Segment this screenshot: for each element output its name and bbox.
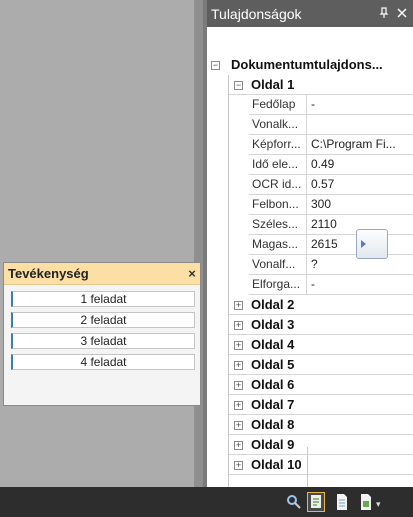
document-icon[interactable] — [334, 493, 350, 511]
expand-icon[interactable]: + — [234, 441, 243, 450]
chevron-down-icon[interactable]: ▾ — [376, 499, 381, 510]
property-name: Felbon... — [249, 195, 307, 215]
property-value[interactable]: 0.57 — [307, 175, 413, 195]
property-row[interactable]: Felbon... 300 — [207, 195, 413, 215]
page-group[interactable]: + Oldal 2 — [207, 295, 413, 315]
property-name: Fedőlap — [249, 95, 307, 115]
expand-icon[interactable]: + — [234, 401, 243, 410]
property-value[interactable]: - — [307, 95, 413, 115]
expand-icon[interactable]: + — [234, 381, 243, 390]
property-row[interactable]: Vonalk... — [207, 115, 413, 135]
page-group[interactable]: + Oldal 4 — [207, 335, 413, 355]
document-properties-group[interactable]: − Dokumentumtulajdons... — [207, 55, 413, 75]
property-value[interactable]: 0.49 — [307, 155, 413, 175]
property-value[interactable] — [307, 115, 413, 135]
page-group[interactable]: + Oldal 5 — [207, 355, 413, 375]
property-name: Vonalf... — [249, 255, 307, 275]
property-row[interactable]: OCR id... 0.57 — [207, 175, 413, 195]
arrow-right-icon — [361, 240, 366, 248]
page-group-label: Oldal 10 — [251, 457, 302, 472]
page-group-label: Oldal 3 — [251, 317, 295, 332]
page-group[interactable]: + Oldal 6 — [207, 375, 413, 395]
document-properties-group-label: Dokumentumtulajdons... — [231, 57, 383, 72]
page-1-group[interactable]: − Oldal 1 — [207, 75, 413, 95]
page-group[interactable]: + Oldal 10 — [207, 455, 413, 475]
expand-icon[interactable]: + — [234, 341, 243, 350]
page-group-label: Oldal 5 — [251, 357, 295, 372]
expand-icon[interactable]: + — [234, 421, 243, 430]
page-group-label: Oldal 2 — [251, 297, 295, 312]
property-row[interactable]: Idő ele... 0.49 — [207, 155, 413, 175]
property-name: Magas... — [249, 235, 307, 255]
close-icon[interactable]: × — [184, 266, 200, 281]
property-name: Elforga... — [249, 275, 307, 295]
activity-panel-header: Tevékenység × — [4, 263, 200, 285]
expand-details-button[interactable] — [356, 229, 388, 259]
property-name: Idő ele... — [249, 155, 307, 175]
property-name: Széles... — [249, 215, 307, 235]
row-divider — [228, 474, 413, 475]
properties-panel-title: Tulajdonságok — [211, 5, 302, 22]
grid-left-divider — [228, 75, 229, 514]
status-bar: ▾ — [0, 487, 413, 517]
expand-icon[interactable]: + — [234, 321, 243, 330]
page-group[interactable]: + Oldal 3 — [207, 315, 413, 335]
property-row[interactable]: Fedőlap - — [207, 95, 413, 115]
page-group[interactable]: + Oldal 8 — [207, 415, 413, 435]
workspace-background — [0, 0, 203, 487]
page-group[interactable]: + Oldal 9 — [207, 435, 413, 455]
property-row[interactable]: Elforga... - — [207, 275, 413, 295]
activity-panel-title: Tevékenység — [8, 266, 89, 281]
property-name: Vonalk... — [249, 115, 307, 135]
task-item[interactable]: 2 feladat — [11, 312, 195, 328]
page-group-label: Oldal 8 — [251, 417, 295, 432]
page-1-group-label: Oldal 1 — [251, 77, 295, 92]
task-item[interactable]: 1 feladat — [11, 291, 195, 307]
task-item[interactable]: 4 feladat — [11, 354, 195, 370]
grid-column-divider — [307, 447, 308, 487]
property-value[interactable]: - — [307, 275, 413, 295]
task-item[interactable]: 3 feladat — [11, 333, 195, 349]
page-group-label: Oldal 9 — [251, 437, 295, 452]
magnifier-icon[interactable] — [286, 493, 302, 511]
expand-icon[interactable]: + — [234, 301, 243, 310]
expand-icon[interactable]: + — [234, 361, 243, 370]
page-group[interactable]: + Oldal 7 — [207, 395, 413, 415]
property-name: Képforr... — [249, 135, 307, 155]
page-group-label: Oldal 4 — [251, 337, 295, 352]
collapse-icon[interactable]: − — [234, 81, 243, 90]
activity-panel: Tevékenység × 1 feladat 2 feladat 3 fela… — [3, 262, 201, 406]
fit-page-icon[interactable] — [307, 492, 325, 512]
page-group-label: Oldal 7 — [251, 397, 295, 412]
vertical-scrollbar[interactable] — [194, 0, 203, 487]
properties-panel-header: Tulajdonságok — [207, 0, 413, 27]
collapse-icon[interactable]: − — [211, 61, 220, 70]
pin-icon[interactable] — [377, 6, 391, 21]
expand-icon[interactable]: + — [234, 461, 243, 470]
close-icon[interactable] — [395, 7, 409, 21]
page-group-label: Oldal 6 — [251, 377, 295, 392]
property-value[interactable]: C:\Program Fi... — [307, 135, 413, 155]
page-view-icon[interactable] — [358, 493, 374, 511]
property-name: OCR id... — [249, 175, 307, 195]
property-row[interactable]: Képforr... C:\Program Fi... — [207, 135, 413, 155]
property-value[interactable]: 300 — [307, 195, 413, 215]
